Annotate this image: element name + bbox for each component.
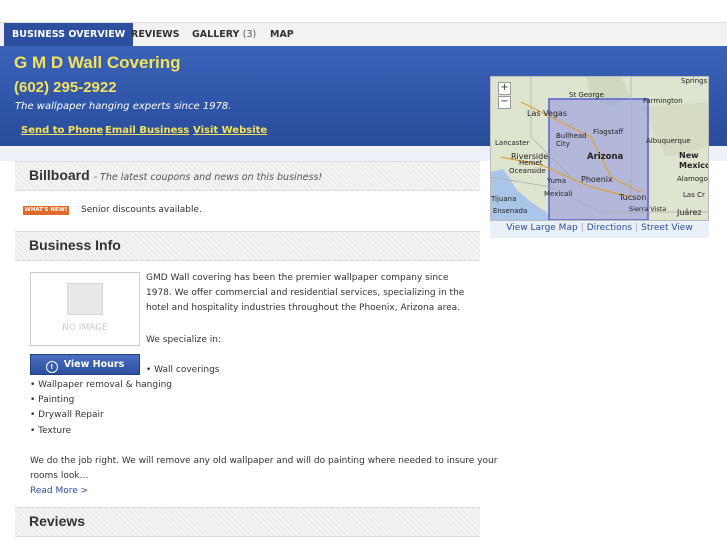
billboard-header: Billboard - The latest coupons and news … [15, 161, 480, 191]
tab-map[interactable]: MAP [270, 23, 294, 46]
street-view-link[interactable]: Street View [641, 223, 693, 233]
read-more-link[interactable]: Read More > [30, 486, 88, 496]
map-label: Yuma [547, 177, 567, 185]
whats-new-badge: WHAT'S NEW! [23, 206, 69, 215]
service-item: • Wallpaper removal & hanging [30, 380, 172, 390]
map-label: Oceanside [509, 167, 546, 175]
map-zoom-out-button[interactable]: − [498, 96, 511, 109]
map-label: Albuquerque [646, 137, 691, 145]
map-label: Mexicali [544, 190, 573, 198]
closing-text-line: We do the job right. We will remove any … [30, 456, 498, 466]
billboard-title-text: Billboard [29, 167, 90, 183]
tab-reviews[interactable]: REVIEWS [131, 23, 180, 46]
map-label: Tucson [619, 193, 647, 202]
no-image-placeholder: NO IMAGE [30, 272, 140, 346]
map-label: Sierra Vista [629, 205, 667, 213]
map-zoom-in-button[interactable]: + [498, 82, 511, 95]
no-image-label: NO IMAGE [62, 323, 108, 333]
map-label: Flagstaff [593, 128, 624, 136]
map-label: New Mexico [679, 151, 709, 170]
separator: | [580, 223, 584, 233]
business-name: G M D Wall Covering [14, 53, 181, 72]
map-label: Lancaster [495, 139, 530, 147]
map-label: Bullhead City [556, 132, 587, 148]
clock-icon: ! [45, 361, 58, 373]
specialize-text: We specialize in: [146, 335, 222, 345]
view-large-map-link[interactable]: View Large Map [506, 223, 577, 233]
email-business-link[interactable]: Email Business [105, 125, 189, 136]
tab-gallery-label: GALLERY [192, 29, 240, 40]
send-to-phone-link[interactable]: Send to Phone [21, 125, 103, 136]
service-item: • Drywall Repair [30, 410, 104, 420]
service-item: • Painting [30, 395, 75, 405]
map-label: Las Cr [683, 191, 705, 199]
reviews-title: Reviews [29, 513, 86, 529]
map-label: Hemet [519, 159, 543, 167]
map-links: View Large Map | Directions | Street View [490, 221, 709, 238]
billboard-title: Billboard - The latest coupons and news … [29, 167, 322, 183]
billboard-item: Senior discounts available. [81, 205, 202, 215]
business-description: GMD Wall covering has been the premier w… [146, 273, 465, 313]
directions-link[interactable]: Directions [587, 223, 632, 233]
business-info-title: Business Info [29, 237, 121, 253]
tab-business-overview[interactable]: BUSINESS OVERVIEW [4, 23, 134, 46]
service-item: • Wall coverings [146, 365, 220, 375]
reviews-header: Reviews [15, 507, 480, 537]
image-placeholder-icon [67, 283, 103, 315]
map-label: Ensenada [493, 207, 528, 215]
map-label: Las Vegas [527, 109, 567, 118]
business-phone: (602) 295-2922 [14, 79, 117, 96]
view-hours-button[interactable]: ! View Hours [30, 354, 140, 375]
view-hours-label: View Hours [63, 359, 125, 370]
map-labels: St George Las Vegas Farmington Springs F… [491, 77, 708, 220]
map-label: St George [569, 91, 604, 99]
business-tagline: The wallpaper hanging experts since 1978… [15, 101, 232, 112]
map-label: Alamogor [677, 175, 709, 183]
tab-gallery[interactable]: GALLERY (3) [192, 23, 256, 46]
map-label: Phoenix [581, 175, 613, 184]
visit-website-link[interactable]: Visit Website [193, 125, 267, 136]
map-label: Arizona [587, 152, 624, 162]
map-label: Farmington [643, 97, 683, 105]
map-label: Tijuana [491, 195, 517, 203]
map-label: Springs [681, 77, 708, 85]
tab-gallery-count: (3) [242, 29, 257, 40]
business-info-header: Business Info [15, 231, 480, 261]
map-label: Juárez [677, 208, 702, 217]
service-item: • Texture [30, 426, 72, 436]
separator: | [635, 223, 639, 233]
billboard-subtitle: - The latest coupons and news on this bu… [93, 172, 323, 183]
closing-text-line: rooms look… [30, 471, 89, 481]
location-map[interactable]: St George Las Vegas Farmington Springs F… [490, 76, 709, 221]
tab-bar: BUSINESS OVERVIEW REVIEWS GALLERY (3) MA… [0, 22, 727, 47]
